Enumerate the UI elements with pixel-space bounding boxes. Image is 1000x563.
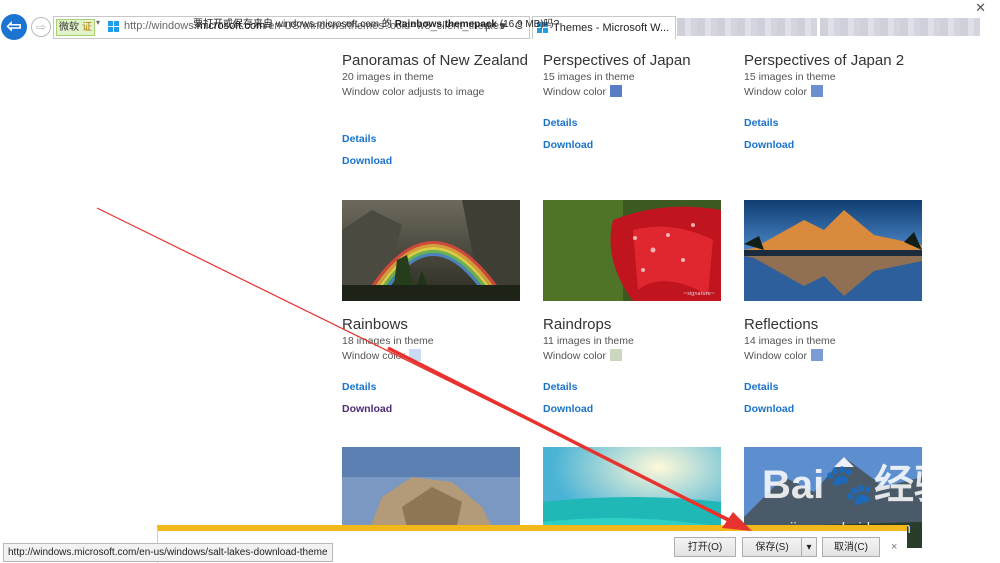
tab-title: Themes - Microsoft W... [553,22,670,34]
theme-title: Rainbows [342,316,408,333]
download-link[interactable]: Download [342,155,392,167]
color-swatch [409,349,422,361]
details-link[interactable]: Details [543,117,577,129]
theme-window-color: Window color [543,349,733,364]
download-prompt: 要打开或保存来自 windows.microsoft.com 的 Rainbow… [193,19,560,30]
theme-image-count: 14 images in theme [744,335,836,347]
theme-card-japan: Perspectives of Japan 15 images in theme… [543,51,733,100]
color-swatch [811,349,824,361]
forward-button[interactable]: ⇨ [31,17,51,37]
theme-card-raindrops: Raindrops 11 images in theme Window colo… [543,315,733,364]
theme-card-japan-2: Perspectives of Japan 2 15 images in the… [744,51,934,100]
save-options-dropdown[interactable]: ▾ [801,537,817,557]
theme-window-color: Window color [744,85,934,100]
theme-card-reflections: Reflections 14 images in theme Window co… [744,315,934,364]
theme-title: Reflections [744,316,819,333]
theme-title: Panoramas of New Zealand [342,52,528,69]
baidu-watermark: Bai🐾经验 [762,463,955,507]
theme-window-color: Window color [744,349,934,364]
details-link[interactable]: Details [744,381,778,393]
cert-label: 微软 [59,22,79,33]
download-link-rainbows[interactable]: Download [342,403,392,415]
reflections-thumbnail[interactable] [744,200,922,301]
theme-window-color: Window color [543,85,733,100]
certificate-badge[interactable]: 微软证 [56,19,95,36]
download-bar-close-icon[interactable]: × [891,541,897,553]
download-link[interactable]: Download [744,139,794,151]
theme-title: Raindrops [543,316,612,333]
back-button[interactable]: ⇦ [1,14,27,40]
status-bar-url: http://windows.microsoft.com/en-us/windo… [3,543,333,562]
download-link[interactable]: Download [543,139,593,151]
theme-title: Perspectives of Japan [543,52,691,69]
details-link[interactable]: Details [342,133,376,145]
raindrops-thumbnail[interactable]: ~signature~ [543,200,721,301]
svg-text:~signature~: ~signature~ [683,291,715,297]
theme-card-rainbows: Rainbows 18 images in theme Window color [342,315,532,364]
open-button[interactable]: 打开(O) [674,537,736,557]
theme-image-count: 20 images in theme [342,71,434,83]
theme-window-color: Window color [342,349,532,364]
back-arrow-icon: ⇦ [6,16,22,36]
tab-blurred-2[interactable] [820,18,980,36]
save-button[interactable]: 保存(S) [742,537,802,557]
details-link[interactable]: Details [342,381,376,393]
download-file-name: Rainbows.themepack [394,19,497,30]
theme-image-count: 18 images in theme [342,335,434,347]
color-swatch [610,85,623,97]
theme-card-panoramas: Panoramas of New Zealand 20 images in th… [342,51,532,100]
window-close-icon[interactable]: ✕ [975,0,986,16]
cert-badge-icon: 证 [82,22,92,33]
theme-image-count: 11 images in theme [543,335,634,347]
details-link[interactable]: Details [744,117,778,129]
cancel-button[interactable]: 取消(C) [822,537,880,557]
tab-blurred-1[interactable] [677,18,817,36]
details-link[interactable]: Details [543,381,577,393]
forward-arrow-icon: ⇨ [35,20,47,34]
download-link[interactable]: Download [744,403,794,415]
color-swatch [811,85,824,97]
color-swatch [610,349,623,361]
theme-window-color: Window color adjusts to image [342,86,485,98]
cert-dropdown-icon[interactable]: ▾ [96,18,100,27]
download-link[interactable]: Download [543,403,593,415]
rainbows-thumbnail[interactable] [342,200,520,301]
theme-title: Perspectives of Japan 2 [744,52,905,69]
windows-logo-icon [108,21,120,33]
theme-image-count: 15 images in theme [543,71,635,83]
theme-image-count: 15 images in theme [744,71,836,83]
